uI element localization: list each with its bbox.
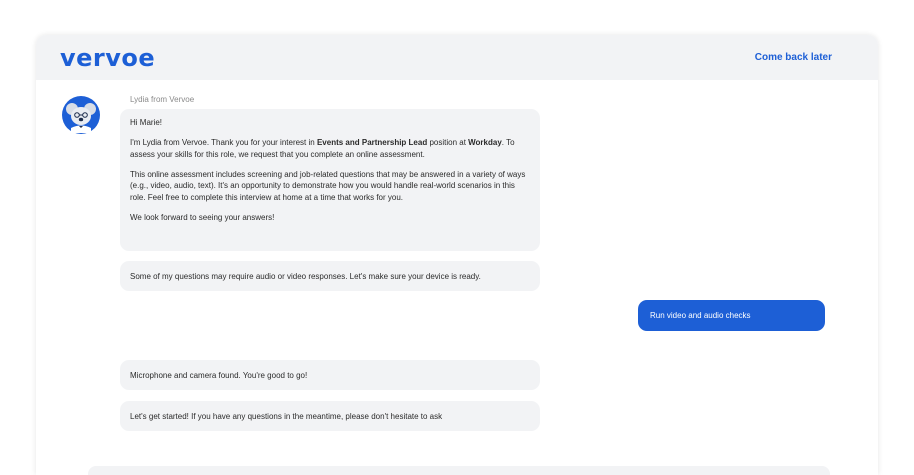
koala-avatar-icon — [62, 96, 100, 134]
greeting-text: Hi Marie! — [130, 118, 163, 127]
intro-paragraph-2: This online assessment includes screenin… — [130, 169, 526, 202]
come-back-later-link[interactable]: Come back later — [755, 52, 832, 63]
top-bar: vervoe Come back later — [36, 35, 878, 80]
device-found-message: Microphone and camera found. You're good… — [120, 360, 540, 390]
intro-text: position at — [427, 138, 469, 147]
vervoe-logo: vervoe — [60, 44, 156, 72]
company-name: Workday — [468, 138, 502, 147]
intro-paragraph-3: We look forward to seeing your answers! — [130, 212, 275, 222]
intro-message: Hi Marie! I'm Lydia from Vervoe. Thank y… — [120, 109, 540, 251]
intro-text: I'm Lydia from Vervoe. Thank you for you… — [130, 138, 317, 147]
intro-paragraph-1: I'm Lydia from Vervoe. Thank you for you… — [130, 137, 530, 160]
sender-name: Lydia from Vervoe — [130, 95, 195, 104]
get-started-message: Let's get started! If you have any quest… — [120, 401, 540, 431]
input-bar[interactable] — [88, 466, 830, 475]
role-name: Events and Partnership Lead — [316, 138, 428, 147]
run-checks-button[interactable]: Run video and audio checks — [638, 300, 825, 331]
device-check-message: Some of my questions may require audio o… — [120, 261, 540, 291]
chat-window: vervoe Come back later Lydia from Vervoe… — [36, 35, 878, 475]
